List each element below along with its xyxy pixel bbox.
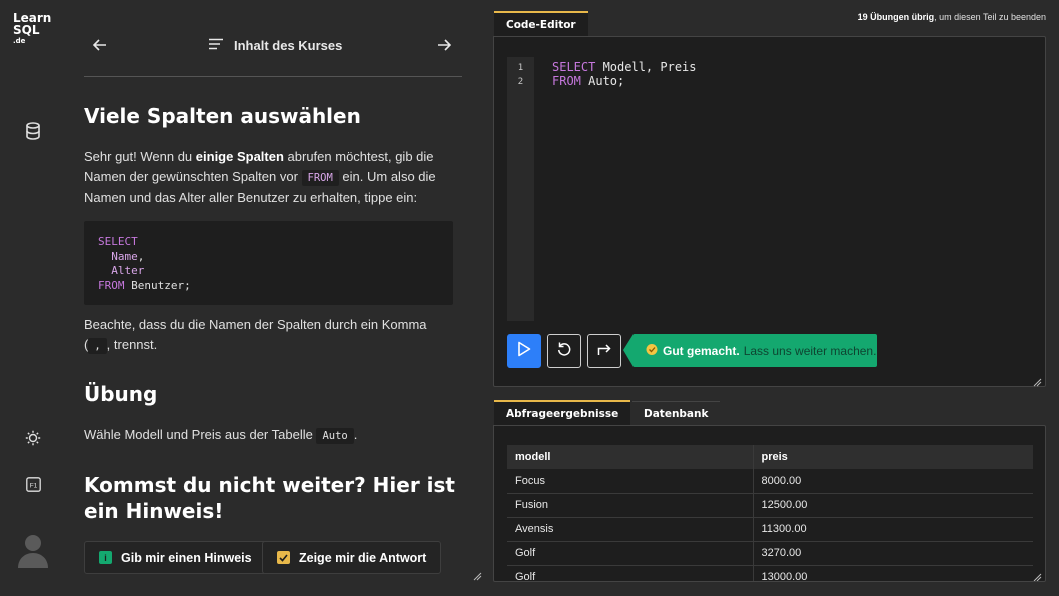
hint-button[interactable]: i Gib mir einen Hinweis (84, 541, 267, 574)
tab-code-editor[interactable]: Code-Editor (494, 11, 588, 37)
table-cell: Avensis (507, 517, 754, 542)
show-answer-label: Zeige mir die Antwort (299, 550, 427, 565)
avatar[interactable] (16, 530, 50, 568)
table-row: Focus 8000.00 (507, 469, 1033, 494)
query-results-panel: modell preis Focus 8000.00 Fusion 12500.00… (493, 425, 1046, 582)
play-icon (517, 341, 531, 362)
lesson-paragraph-1: Sehr gut! Wenn du einige Spalten abrufen… (84, 147, 454, 208)
table-cell: 3270.00 (753, 541, 1033, 566)
panel-resize-handle[interactable] (473, 568, 482, 581)
p2-text-a: Beachte, dass du die Namen der Spalten d… (84, 317, 427, 332)
remaining-count: 19 Übungen übrig (857, 12, 935, 22)
exercise-text: Wähle Modell und Preis aus der Tabelle A… (84, 425, 454, 446)
redo-icon (596, 341, 612, 362)
code-benutzer: Benutzer; (124, 278, 191, 292)
code-input[interactable]: SELECT Modell, Preis FROM Auto; (552, 60, 697, 88)
icon-rail: Learn SQL .de F1 (0, 0, 66, 596)
column-header-modell: modell (507, 445, 754, 469)
next-step-button[interactable] (587, 334, 621, 368)
keyboard-shortcut-icon[interactable]: F1 (23, 474, 43, 494)
arrow-left-icon[interactable] (89, 36, 111, 54)
logo-line2: SQL (13, 23, 40, 37)
sun-icon[interactable] (23, 428, 43, 448)
success-bold: Gut gemacht. (663, 343, 740, 358)
remaining-exercises-note: 19 Übungen übrig, um diesen Teil zu been… (858, 12, 1046, 22)
hint-title: Kommst du nicht weiter? Hier ist ein Hin… (84, 473, 455, 523)
exercise-text-b: . (353, 427, 358, 442)
p2-text-b: , trennst. (106, 337, 158, 352)
inline-code-from: FROM (301, 170, 339, 186)
column-header-preis: preis (753, 445, 1033, 469)
tab-query-results[interactable]: Abfrageergebnisse (494, 400, 631, 426)
exercise-title: Übung (84, 382, 158, 406)
list-icon (208, 38, 224, 53)
table-cell: 8000.00 (753, 469, 1033, 494)
example-code-block: SELECT Name, Alter FROM Benutzer; (84, 221, 453, 305)
table-header-row: modell preis (507, 445, 1033, 469)
learnsql-logo[interactable]: Learn SQL .de (13, 12, 51, 46)
table-cell: 13000.00 (753, 565, 1033, 581)
arrow-right-icon[interactable] (433, 36, 455, 54)
editor-line2-rest: Auto; (580, 74, 625, 88)
course-contents-label: Inhalt des Kurses (234, 37, 343, 53)
info-icon: i (99, 551, 112, 564)
table-cell: Golf (507, 565, 754, 581)
reset-icon (556, 341, 572, 362)
logo-tld: .de (13, 37, 26, 45)
inline-code-auto: Auto (316, 428, 354, 444)
instructions-panel: Inhalt des Kurses Viele Spalten auswähle… (66, 0, 486, 596)
editor-line1-rest: Modell, Preis (595, 60, 697, 74)
editor-from-keyword: FROM (552, 74, 581, 88)
course-contents-button[interactable]: Inhalt des Kurses (208, 36, 342, 54)
check-icon (277, 551, 290, 564)
line-number: 1 (517, 63, 524, 73)
inline-code-comma: , (88, 338, 107, 354)
table-row: Golf 3270.00 (507, 541, 1033, 566)
code-alter: Alter (111, 264, 145, 277)
table-cell: Fusion (507, 493, 754, 518)
table-row: Avensis 11300.00 (507, 517, 1033, 542)
hint-button-label: Gib mir einen Hinweis (121, 550, 252, 565)
code-select: SELECT (98, 235, 138, 248)
database-icon[interactable] (23, 121, 43, 141)
table-cell: 11300.00 (753, 517, 1033, 542)
results-resize-handle[interactable] (1033, 569, 1042, 581)
editor-select-keyword: SELECT (552, 60, 596, 74)
code-name: Name (111, 249, 138, 263)
code-editor-panel: 1 2 SELECT Modell, Preis FROM Auto; Gut … (493, 36, 1046, 387)
table-row: Golf 13000.00 (507, 565, 1033, 581)
shortcut-label: F1 (29, 482, 37, 489)
lesson-title: Viele Spalten auswählen (84, 104, 361, 128)
line-number: 2 (517, 77, 524, 87)
p1-bold: einige Spalten (195, 149, 284, 164)
code-from: FROM (98, 278, 125, 292)
run-button[interactable] (507, 334, 541, 368)
table-cell: Golf (507, 541, 754, 566)
line-number-gutter: 1 2 (507, 57, 534, 321)
clap-icon (645, 342, 659, 359)
p1-text-a: Sehr gut! Wenn du (84, 149, 196, 164)
show-answer-button[interactable]: Zeige mir die Antwort (262, 541, 442, 574)
tab-database[interactable]: Datenbank (632, 401, 721, 425)
code-comma: , (137, 249, 145, 263)
reset-button[interactable] (547, 334, 581, 368)
editor-resize-handle[interactable] (1033, 374, 1042, 387)
table-cell: Focus (507, 469, 754, 494)
table-cell: 12500.00 (753, 493, 1033, 518)
lesson-paragraph-2: Beachte, dass du die Namen der Spalten d… (84, 317, 427, 354)
table-row: Fusion 12500.00 (507, 493, 1033, 518)
success-rest: Lass uns weiter machen. (743, 343, 877, 358)
course-navigation: Inhalt des Kurses (84, 24, 462, 77)
remaining-rest: , um diesen Teil zu beenden (934, 12, 1046, 22)
success-message: Gut gemacht. Lass uns weiter machen. (623, 334, 877, 367)
exercise-text-a: Wähle Modell und Preis aus der Tabelle (84, 427, 317, 442)
results-table: modell preis Focus 8000.00 Fusion 12500.00… (507, 445, 1033, 581)
